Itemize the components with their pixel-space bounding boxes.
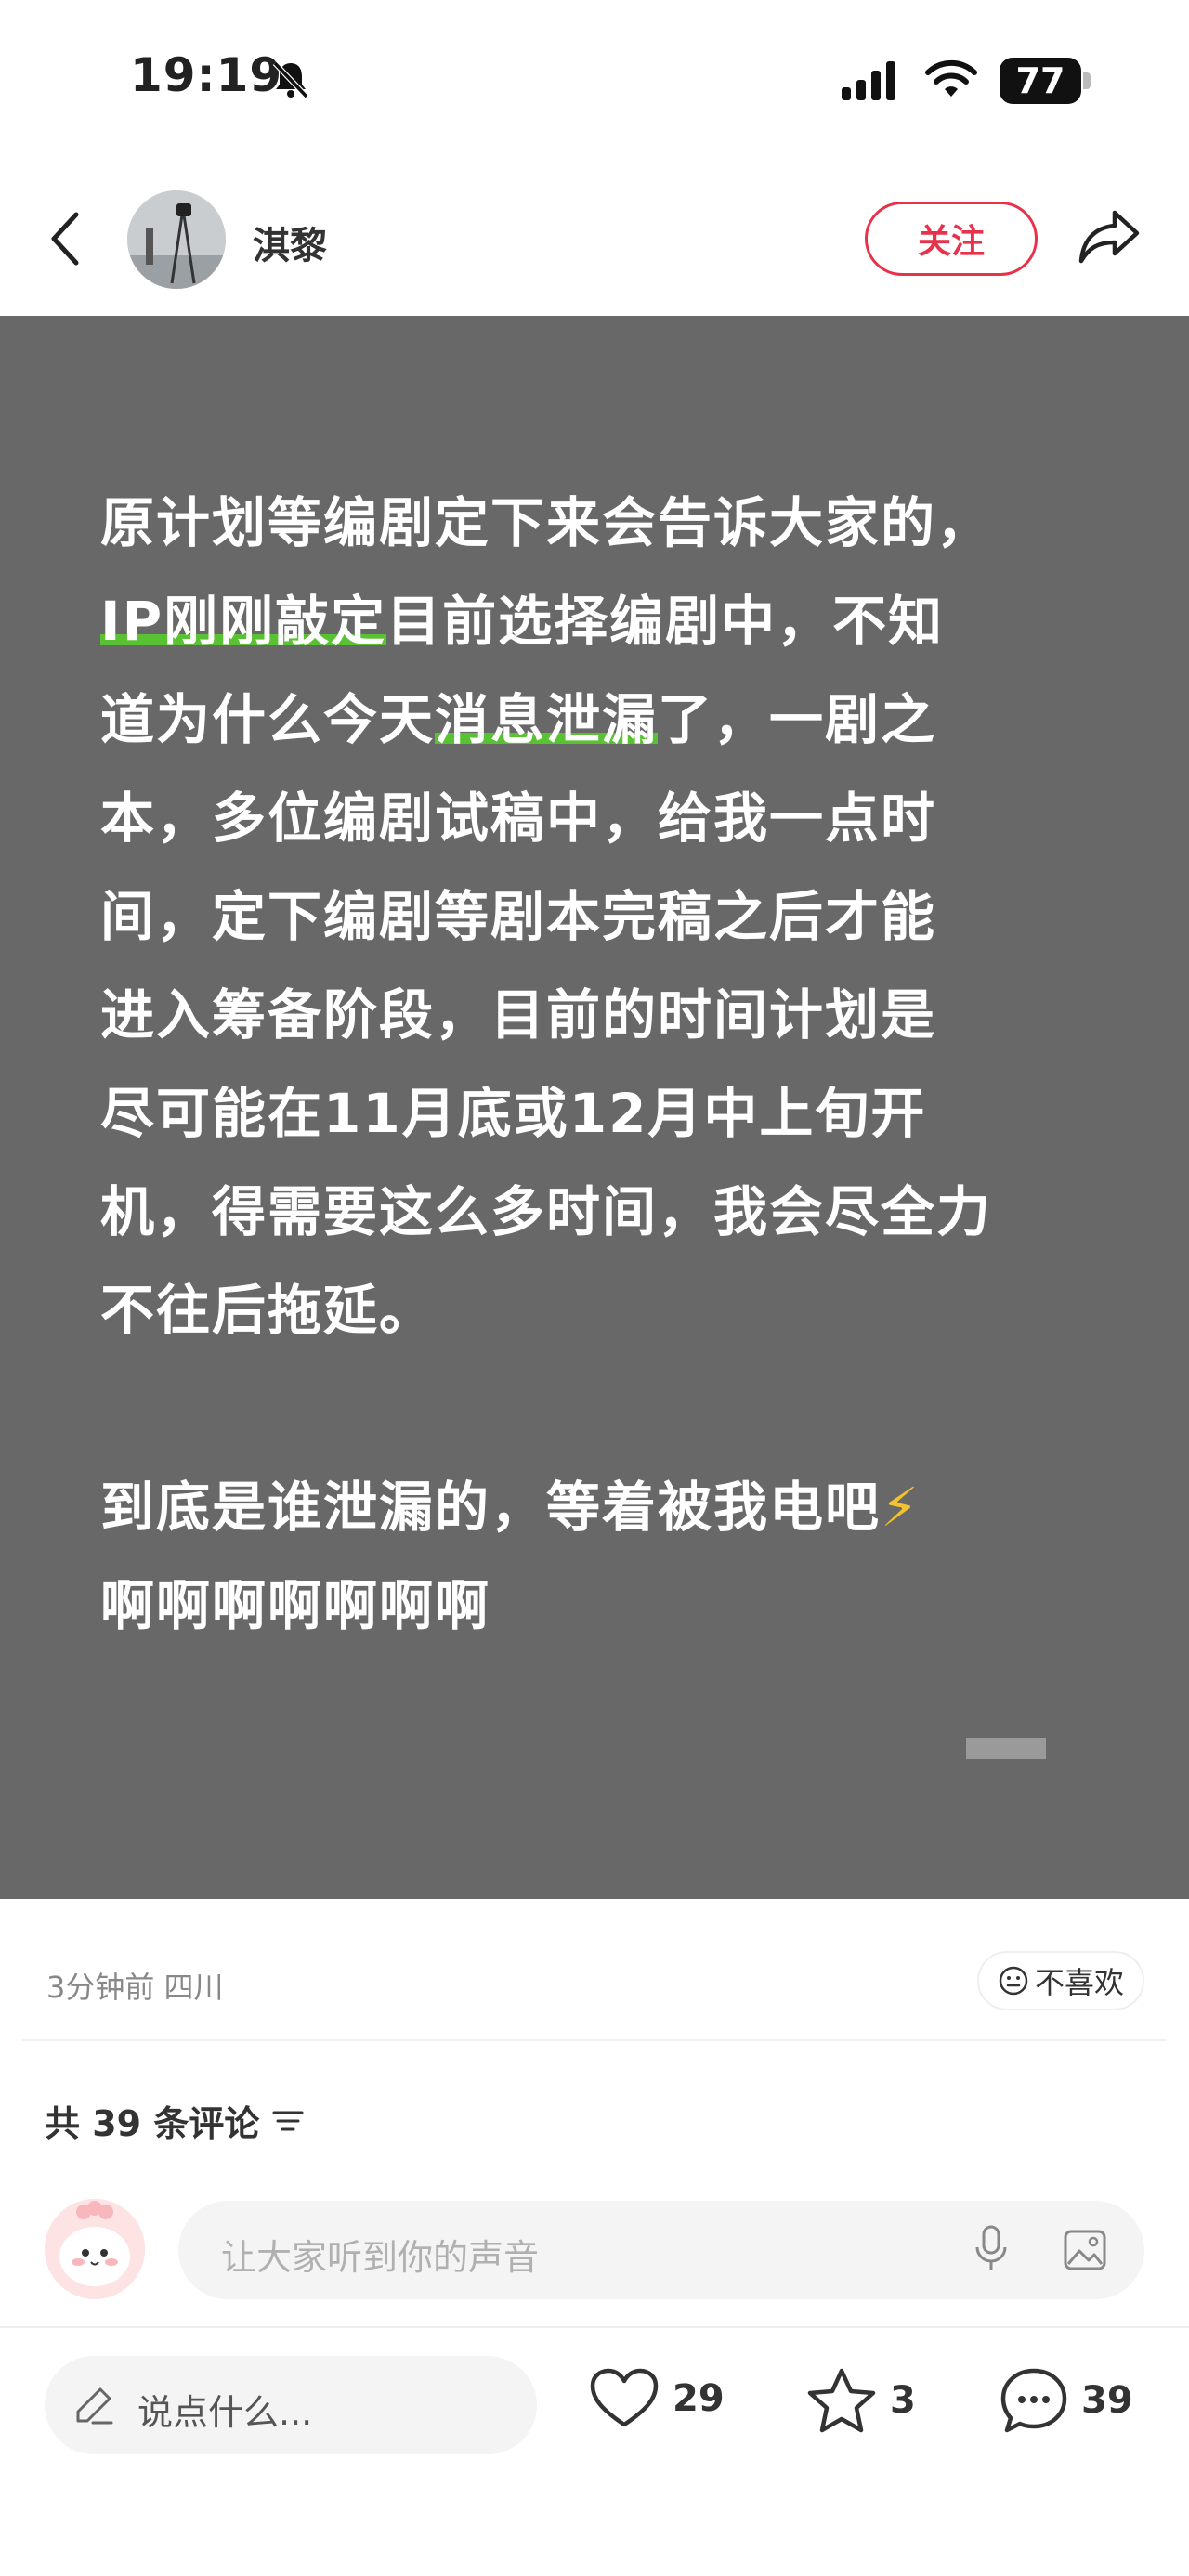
pencil-icon: [76, 2387, 113, 2425]
neutral-face-icon: [999, 1966, 1028, 1996]
post-line: 尽可能在11月底或12月中上旬开: [100, 1082, 927, 1145]
post-line: 原计划等编剧定下来会告诉大家的，: [100, 491, 993, 554]
dislike-button[interactable]: 不喜欢: [977, 1951, 1144, 2010]
post-text: 原计划等编剧定下来会告诉大家的， IP刚刚敲定目前选择编剧中，不知 道为什么今天…: [100, 474, 1104, 1655]
nav-bar: 淇黎 关注: [0, 163, 1189, 316]
heart-icon: [590, 2368, 659, 2427]
post-line: 不往后拖延。: [100, 1279, 436, 1342]
say-something-input[interactable]: 说点什么...: [45, 2356, 537, 2454]
share-icon[interactable]: [1076, 207, 1143, 270]
dislike-label: 不喜欢: [1034, 1965, 1124, 2000]
post-meta: 3分钟前 四川 不喜欢: [0, 1899, 1189, 2038]
post-line: 进入筹备阶段，目前的时间计划是: [100, 983, 937, 1047]
cellular-signal-icon: [842, 61, 899, 104]
wifi-icon: [924, 59, 978, 104]
image-watermark-bar: [966, 1738, 1046, 1759]
lightning-emoji: ⚡: [881, 1476, 921, 1539]
post-line: 道为什么今天消息泄漏了，一剧之: [100, 688, 937, 751]
collect-button[interactable]: 3: [806, 2367, 916, 2434]
post-line: 啊啊啊啊啊啊啊: [100, 1574, 491, 1637]
post-line: IP刚刚敲定目前选择编剧中，不知: [100, 590, 945, 653]
post-line: 本，多位编剧试稿中，给我一点时: [100, 787, 937, 850]
comment-button[interactable]: 39: [1000, 2367, 1133, 2434]
status-bar: 19:19 77: [0, 0, 1189, 163]
status-time: 19:19: [130, 48, 283, 102]
silent-bell-icon: [269, 58, 312, 104]
bottom-action-bar: 说点什么... 29 3 39: [0, 2328, 1189, 2576]
author-name[interactable]: 淇黎: [253, 215, 327, 269]
post-line: 间，定下编剧等剧本完稿之后才能: [100, 885, 937, 948]
say-placeholder: 说点什么...: [137, 2392, 313, 2433]
post-line: 机，得需要这么多时间，我会尽全力: [100, 1180, 993, 1243]
highlighted-text: 消息泄漏: [435, 688, 659, 751]
post-image[interactable]: 原计划等编剧定下来会告诉大家的， IP刚刚敲定目前选择编剧中，不知 道为什么今天…: [0, 316, 1189, 1899]
comments-header[interactable]: 共 39 条评论: [45, 2095, 304, 2146]
like-count: 29: [673, 2377, 725, 2420]
comments-count: 共 39 条评论: [45, 2103, 260, 2144]
comment-input[interactable]: 让大家听到你的声音: [178, 2201, 1144, 2299]
follow-button[interactable]: 关注: [865, 202, 1038, 276]
back-arrow-icon[interactable]: [46, 209, 84, 272]
sort-icon[interactable]: [272, 2107, 304, 2135]
image-icon[interactable]: [1063, 2229, 1107, 2275]
divider: [22, 2039, 1167, 2041]
battery-tip: [1083, 72, 1091, 89]
comment-input-row: 让大家听到你的声音: [0, 2192, 1189, 2303]
post-time-location: 3分钟前 四川: [46, 1970, 224, 2005]
user-avatar[interactable]: [45, 2199, 145, 2299]
microphone-icon[interactable]: [973, 2223, 1010, 2279]
battery-indicator: 77: [1000, 58, 1081, 104]
highlighted-text: IP刚刚敲定: [100, 590, 387, 653]
author-avatar[interactable]: [127, 190, 226, 289]
like-button[interactable]: 29: [589, 2367, 725, 2430]
star-count: 3: [890, 2379, 916, 2422]
comment-bubble-icon: [1000, 2368, 1067, 2433]
star-icon: [807, 2368, 876, 2433]
post-line: 到底是谁泄漏的，等着被我电吧⚡: [100, 1476, 921, 1539]
comment-placeholder: 让大家听到你的声音: [221, 2237, 540, 2278]
comment-count: 39: [1081, 2379, 1133, 2422]
